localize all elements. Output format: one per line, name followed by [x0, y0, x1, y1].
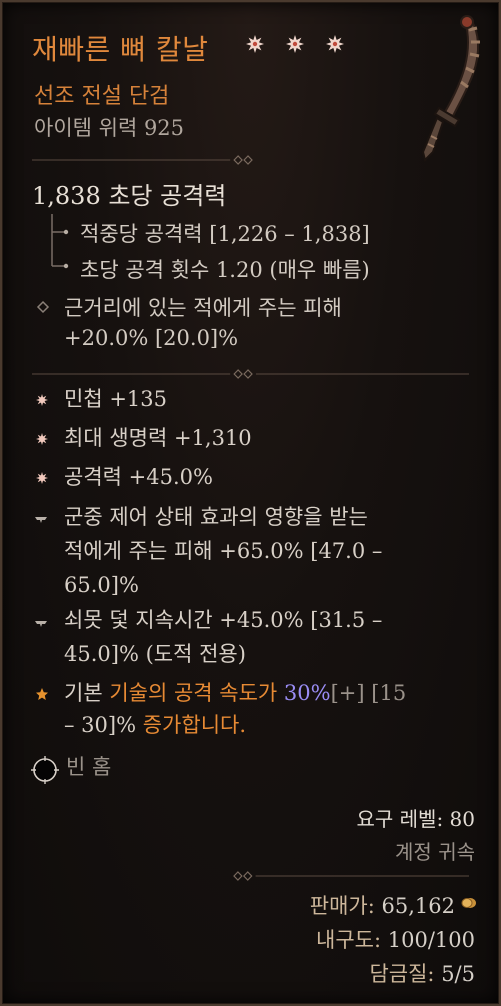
bone-dagger-icon [421, 15, 480, 162]
sell-price: 판매가: 65,162 [309, 894, 455, 918]
greater-affix-icon [36, 472, 48, 484]
flower-star-icon [326, 35, 344, 53]
item-tooltip: 재빠른 뼈 칼날 선조 전설 단검 아이템 위력 925 1,838 초당 공격… [0, 0, 501, 1006]
divider [232, 870, 469, 882]
item-power: 아이템 위력 925 [34, 116, 185, 140]
implicit-affix-line1: 근거리에 있는 적에게 주는 피해 [64, 296, 342, 320]
temper-count: 담금질: 5/5 [369, 962, 475, 986]
required-level: 요구 레벨: 80 [356, 807, 475, 831]
affix-trap-duration-line2: 45.0]% (도적 전용) [64, 642, 246, 666]
affix-attack-power: 공격력 +45.0% [64, 465, 213, 489]
affix-dexterity: 민첩 +135 [64, 387, 167, 411]
divider [32, 368, 469, 380]
tempered-affix-icon [35, 621, 47, 627]
divider [32, 154, 469, 166]
damage-per-hit: 적중당 공격력 [1,226 – 1,838] [80, 222, 370, 246]
item-type: 선조 전설 단검 [34, 84, 170, 109]
dps-value: 1,838 초당 공격력 [32, 182, 227, 210]
durability: 내구도: 100/100 [316, 928, 475, 952]
affix-max-life: 최대 생명력 +1,310 [64, 426, 252, 450]
flower-star-icon [246, 35, 264, 53]
tempered-affix-icon [35, 517, 47, 523]
attacks-per-second: 초당 공격 횟수 1.20 (매우 빠름) [80, 258, 370, 282]
item-name: 재빠른 뼈 칼날 [32, 33, 209, 66]
account-bound: 계정 귀속 [395, 840, 475, 864]
diamond-bullet-icon [36, 300, 50, 314]
empty-socket-icon [31, 756, 59, 784]
affix-cc-damage-line3: 65.0]% [64, 573, 139, 597]
legendary-aspect-line2: – 30]% 증가합니다. [64, 713, 247, 737]
legendary-aspect-line1: 기본 기술의 공격 속도가 30%[+] [15 [64, 681, 407, 705]
flower-star-icon [286, 35, 304, 53]
quality-stars [245, 34, 345, 54]
affix-trap-duration-line1: 쇠못 덫 지속시간 +45.0% [31.5 – [64, 608, 383, 632]
legendary-aspect-icon [36, 688, 48, 700]
affix-cc-damage-line1: 군중 제어 상태 효과의 영향을 받는 [64, 505, 368, 529]
gold-coin-icon [461, 898, 476, 908]
greater-affix-icon [36, 394, 48, 406]
socket-label: 빈 홈 [66, 755, 112, 779]
implicit-affix-line2: +20.0% [20.0]% [64, 326, 239, 350]
stat-tree-connector [51, 214, 69, 269]
greater-affix-icon [36, 433, 48, 445]
affix-cc-damage-line2: 적에게 주는 피해 +65.0% [47.0 – [64, 539, 383, 563]
